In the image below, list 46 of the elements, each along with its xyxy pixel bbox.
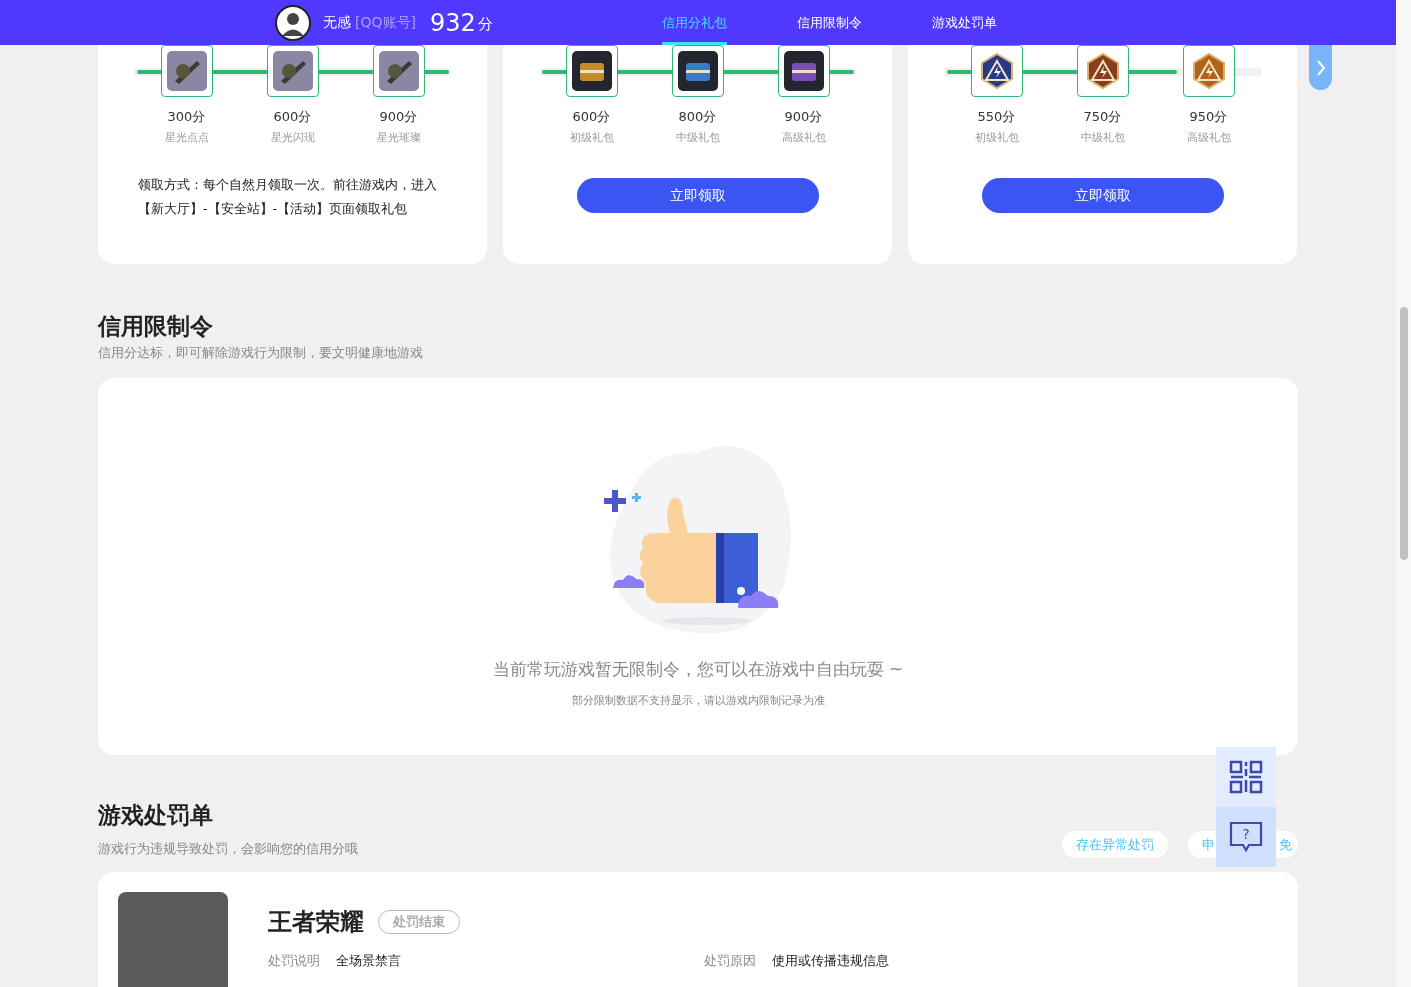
avatar-icon	[275, 4, 311, 41]
tier-score: 900分	[379, 108, 418, 126]
field-value: 使用或传播违规信息	[772, 952, 889, 970]
tier-name: 中级礼包	[675, 130, 720, 145]
tier-score: 300分	[167, 108, 206, 126]
account-type: [QQ账号]	[355, 13, 416, 32]
tier-name: 星光璀璨	[376, 130, 421, 145]
next-button[interactable]	[1309, 45, 1332, 90]
nav-tab[interactable]: 信用分礼包	[662, 0, 727, 45]
tier-score: 950分	[1189, 108, 1228, 126]
tier-name: 高级礼包	[1186, 130, 1231, 145]
game-title: 王者荣耀	[268, 907, 364, 938]
section-title: 信用限制令	[98, 312, 214, 341]
empty-message: 当前常玩游戏暂无限制令，您可以在游戏中自由玩耍 ~	[492, 658, 904, 681]
credit-score: 932	[429, 8, 476, 37]
user-name: 无感	[323, 13, 351, 32]
tier-name: 中级礼包	[1080, 130, 1125, 145]
field-label: 处罚原因	[704, 952, 756, 970]
tier-name: 初级礼包	[974, 130, 1019, 145]
field-value: 全场景禁言	[336, 952, 401, 970]
field-label: 处罚说明	[268, 952, 320, 970]
tier-score: 600分	[273, 108, 312, 126]
claim-button[interactable]: 立即领取	[576, 178, 819, 213]
tier-score: 900分	[784, 108, 823, 126]
section-title: 游戏处罚单	[98, 801, 214, 830]
tier-score: 800分	[678, 108, 717, 126]
claim-instructions: 领取方式：每个自然月领取一次。前往游戏内，进入【新大厅】-【安全站】-【活动】页面领取礼包	[138, 176, 438, 218]
crate-icon	[677, 51, 718, 91]
crate-icon	[571, 51, 612, 91]
section-subtitle: 游戏行为违规导致处罚，会影响您的信用分哦	[98, 840, 358, 858]
tier-name: 初级礼包	[569, 130, 614, 145]
tier-name: 星光闪现	[270, 130, 315, 145]
tier-name: 星光点点	[164, 130, 209, 145]
tier-score: 750分	[1083, 108, 1122, 126]
nav-tab[interactable]: 游戏处罚单	[932, 0, 997, 45]
claim-button[interactable]: 立即领取	[981, 178, 1224, 213]
empty-note: 部分限制数据不支持显示，请以游戏内限制记录为准	[571, 693, 825, 708]
help-chat-icon: ?	[1229, 820, 1263, 854]
qr-code-icon	[1229, 760, 1263, 794]
crate-icon	[783, 51, 824, 91]
tier-name: 高级礼包	[781, 130, 826, 145]
tier-score: 550分	[977, 108, 1016, 126]
tier-score: 600分	[572, 108, 611, 126]
nav-tab[interactable]: 信用限制令	[797, 0, 862, 45]
score-unit: 分	[477, 15, 493, 34]
section-subtitle: 信用分达标，即可解除游戏行为限制，要文明健康地游戏	[98, 344, 424, 362]
